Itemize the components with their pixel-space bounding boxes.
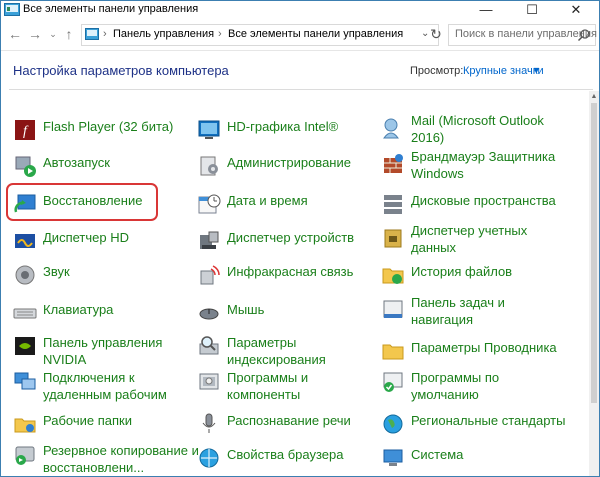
item-label: Диспетчер HD	[43, 230, 129, 245]
backup-icon	[15, 446, 35, 465]
search-placeholder[interactable]: Поиск в панели управления	[455, 28, 597, 40]
hd-manager-icon	[15, 234, 35, 248]
item-label: Параметры индексирования	[227, 335, 326, 367]
item-label: Клавиатура	[43, 302, 114, 317]
breadcrumb-all-items[interactable]: Все элементы панели управления	[228, 28, 403, 40]
taskbar-icon	[383, 300, 403, 318]
back-arrow-icon[interactable]: ←	[7, 26, 23, 42]
scroll-up-arrow-icon[interactable]: ▲	[589, 91, 599, 103]
recent-locations-chevron-icon[interactable]: ⌄	[45, 26, 61, 42]
scrollbar-thumb[interactable]	[591, 103, 597, 403]
date-time-icon	[198, 194, 221, 214]
maximize-button[interactable]: ☐	[509, 1, 555, 18]
item-label: Рабочие папки	[43, 413, 132, 428]
control-panel-app-icon	[4, 3, 20, 16]
device-manager-icon	[200, 231, 219, 249]
vertical-scrollbar[interactable]: ▲	[589, 91, 599, 476]
item-label: Распознавание речи	[227, 413, 351, 428]
item-label: Звук	[43, 264, 70, 279]
item-label: Параметры Проводника	[411, 340, 557, 355]
default-programs-icon	[383, 372, 403, 392]
item-label: Программы и компоненты	[227, 370, 309, 402]
item-label: Региональные стандарты	[411, 413, 566, 428]
mail-icon	[383, 118, 399, 139]
search-icon[interactable]	[577, 28, 591, 42]
navigation-bar: ← → ⌄ ↑ › Панель управления › Все элемен…	[1, 18, 599, 51]
admin-tools-icon	[200, 156, 218, 176]
breadcrumb-separator-icon[interactable]: ›	[103, 28, 107, 40]
item-label: Свойства браузера	[227, 447, 344, 462]
recovery-icon	[14, 194, 36, 213]
firewall-icon	[384, 154, 403, 173]
up-arrow-icon[interactable]: ↑	[61, 26, 77, 42]
breadcrumb-separator-icon[interactable]: ›	[218, 28, 222, 40]
view-label: Просмотр:	[410, 65, 464, 77]
item-label: Диспетчер учетных данных	[411, 223, 528, 255]
autoplay-icon	[15, 156, 36, 177]
view-dropdown-caret-icon[interactable]: ▼	[532, 65, 541, 75]
title-bar[interactable]: Все элементы панели управления — ☐ ✕	[1, 1, 599, 18]
item-label: Mail (Microsoft Outlook 2016)	[411, 113, 544, 145]
item-label: Резервное копирование и восстановлени...	[43, 443, 199, 475]
item-label: История файлов	[411, 264, 513, 279]
item-label: Подключения к удаленным рабочим	[43, 370, 167, 402]
item-label: Брандмауэр Защитника Windows	[411, 149, 556, 181]
keyboard-icon	[13, 308, 37, 319]
breadcrumb-control-panel[interactable]: Панель управления	[113, 28, 214, 40]
sound-icon	[15, 265, 35, 285]
item-label: Администрирование	[227, 155, 351, 170]
refresh-icon[interactable]: ↻	[426, 24, 446, 44]
item-label: Панель управления NVIDIA	[43, 335, 163, 367]
flash-player-icon: f	[15, 120, 35, 140]
credential-manager-icon	[384, 229, 402, 248]
region-icon	[383, 414, 403, 434]
remote-desktop-icon	[14, 372, 36, 390]
item-label: Дата и время	[227, 193, 308, 208]
system-icon	[383, 449, 403, 466]
item-label: Система	[411, 447, 464, 462]
item-label: Восстановление	[43, 193, 143, 208]
work-folders-icon	[14, 418, 36, 433]
control-panel-location-icon	[85, 28, 99, 40]
intel-graphics-icon	[198, 120, 220, 139]
minimize-button[interactable]: —	[463, 1, 509, 18]
file-history-icon	[382, 268, 404, 284]
item-label: Дисковые пространства	[411, 193, 556, 208]
explorer-options-icon	[382, 344, 404, 360]
header-divider	[9, 89, 593, 90]
item-label: HD-графика Intel®	[227, 119, 339, 134]
storage-spaces-icon	[384, 195, 402, 214]
infrared-icon	[200, 265, 220, 285]
item-label: Панель задач и навигация	[411, 295, 505, 327]
item-label: Автозапуск	[43, 155, 110, 170]
forward-arrow-icon[interactable]: →	[27, 26, 43, 42]
item-label: Диспетчер устройств	[227, 230, 355, 245]
item-label: Flash Player (32 бита)	[43, 119, 174, 134]
address-bar[interactable]: › Панель управления › Все элементы панел…	[81, 24, 439, 46]
control-panel-window: Все элементы панели управления — ☐ ✕ ← →…	[0, 0, 600, 477]
indexing-icon	[199, 336, 219, 355]
internet-options-icon	[199, 448, 219, 468]
search-box[interactable]: Поиск в панели управления	[448, 24, 597, 46]
item-label: Программы по умолчанию	[411, 370, 500, 402]
item-label: Инфракрасная связь	[227, 264, 354, 279]
speech-icon	[202, 413, 216, 433]
programs-icon	[199, 373, 219, 390]
nvidia-icon	[15, 337, 35, 355]
mouse-icon	[199, 308, 219, 320]
item-label: Мышь	[227, 302, 265, 317]
page-title: Настройка параметров компьютера	[13, 63, 229, 78]
close-button[interactable]: ✕	[553, 1, 599, 18]
window-title: Все элементы панели управления	[23, 3, 199, 15]
